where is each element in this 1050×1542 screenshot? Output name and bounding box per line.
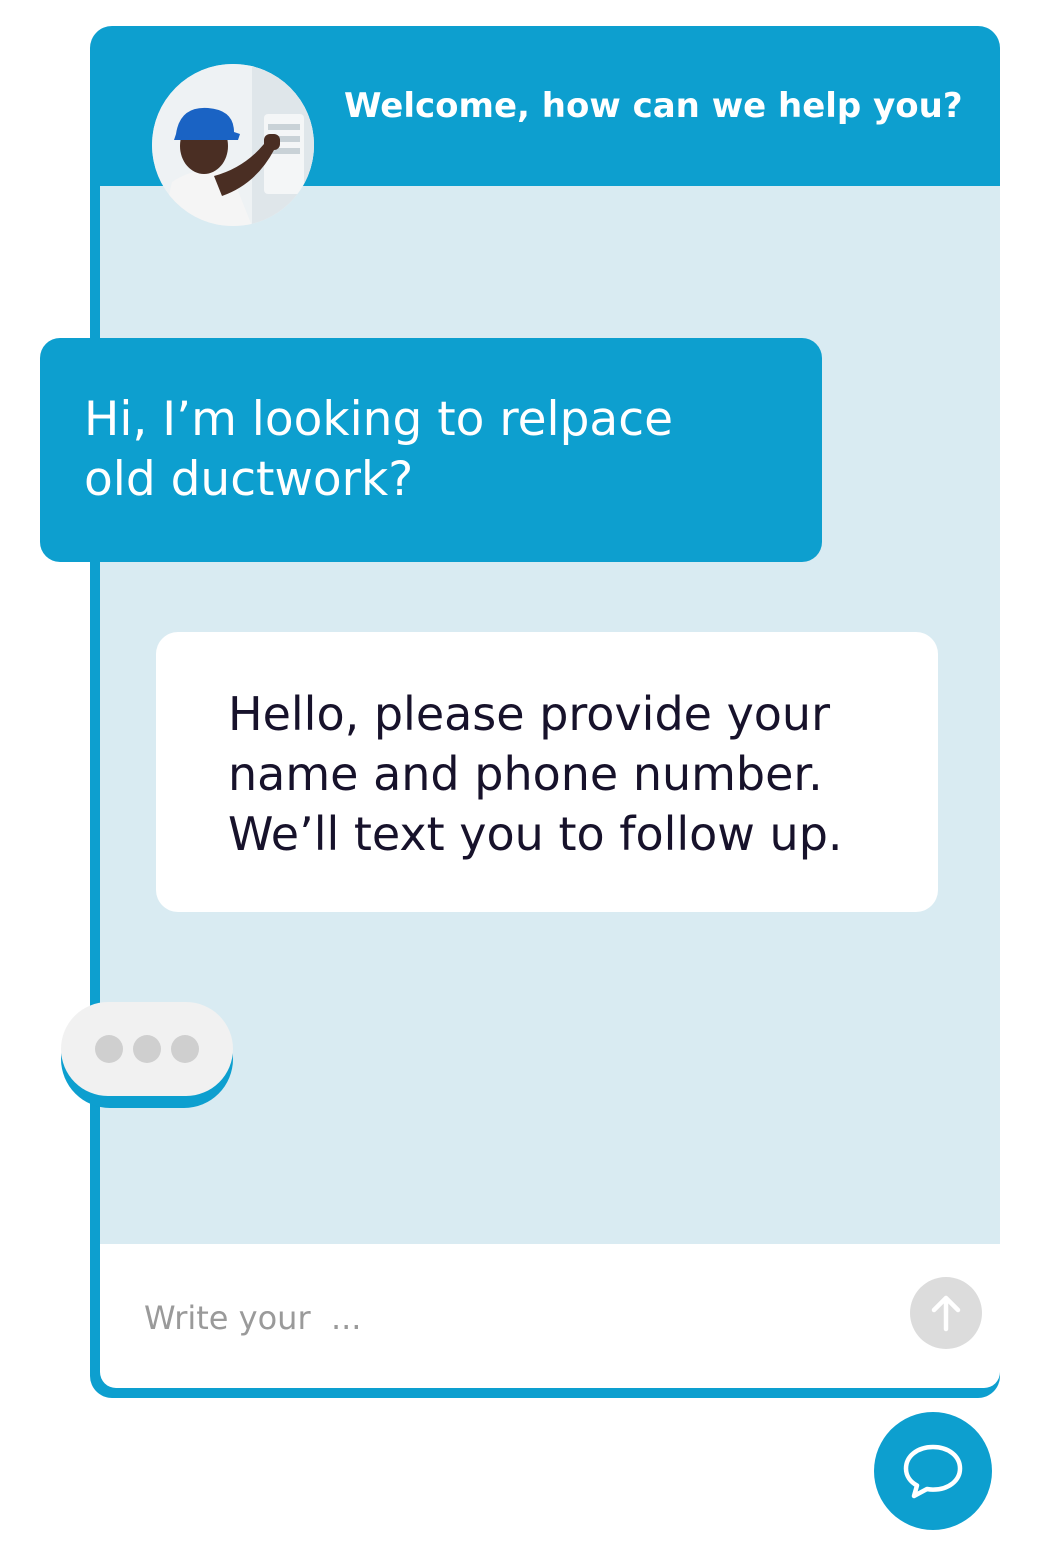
typing-dot (171, 1035, 199, 1063)
user-message-bubble: Hi, I’m looking to relpace old ductwork? (40, 338, 822, 562)
agent-message-bubble: Hello, please provide your name and phon… (156, 632, 938, 912)
input-bar (100, 1244, 1000, 1388)
chat-widget-page: Welcome, how can we help you? Write your… (0, 0, 1050, 1542)
send-button[interactable] (910, 1277, 982, 1349)
agent-message-line: We’ll text you to follow up. (228, 807, 843, 861)
typing-dot (95, 1035, 123, 1063)
typing-dot (133, 1035, 161, 1063)
user-message-line: old ductwork? (84, 452, 414, 507)
technician-avatar (152, 64, 314, 226)
arrow-up-icon (931, 1295, 961, 1332)
user-message-line: Hi, I’m looking to relpace (84, 392, 673, 447)
typing-indicator (61, 1002, 233, 1108)
chat-launcher-button[interactable] (874, 1412, 992, 1530)
header-title: Welcome, how can we help you? (344, 86, 963, 126)
message-input[interactable] (144, 1288, 844, 1348)
agent-avatar (152, 64, 314, 226)
agent-message-line: name and phone number. (228, 747, 823, 801)
agent-message-line: Hello, please provide your (228, 687, 830, 741)
chat-bubble-icon (903, 1444, 963, 1499)
typing-dots-icon (61, 1002, 233, 1096)
